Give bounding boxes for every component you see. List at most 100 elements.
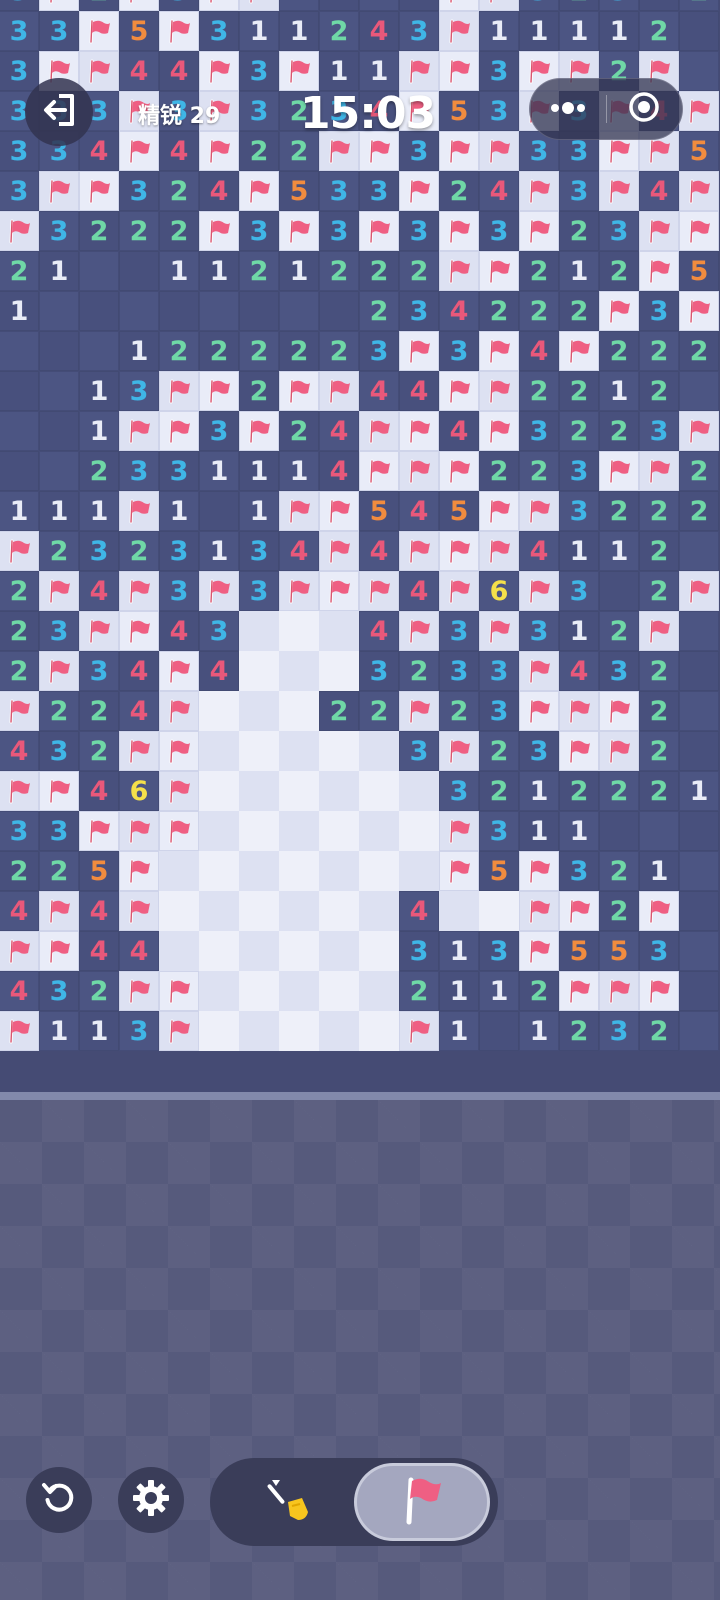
flagged-cell[interactable] (159, 651, 199, 691)
flagged-cell[interactable] (0, 211, 39, 251)
number-cell[interactable]: 1 (679, 771, 719, 811)
number-cell[interactable]: 2 (599, 851, 639, 891)
number-cell[interactable]: 3 (0, 811, 39, 851)
unrevealed-cell[interactable] (199, 931, 239, 971)
number-cell[interactable]: 1 (79, 1011, 119, 1051)
number-cell[interactable]: 4 (639, 171, 679, 211)
flagged-cell[interactable] (119, 731, 159, 771)
number-cell[interactable]: 2 (159, 331, 199, 371)
number-cell[interactable]: 2 (279, 331, 319, 371)
flagged-cell[interactable] (559, 971, 599, 1011)
unrevealed-cell[interactable] (279, 651, 319, 691)
number-cell[interactable]: 1 (479, 971, 519, 1011)
empty-cell[interactable] (159, 291, 199, 331)
number-cell[interactable]: 4 (79, 931, 119, 971)
unrevealed-cell[interactable] (359, 931, 399, 971)
number-cell[interactable]: 4 (319, 451, 359, 491)
number-cell[interactable]: 2 (279, 411, 319, 451)
flagged-cell[interactable] (439, 731, 479, 771)
minesweeper-grid[interactable]: 3234111323123335311243111121344311323333… (0, 0, 719, 1051)
number-cell[interactable]: 3 (119, 1011, 159, 1051)
number-cell[interactable]: 2 (319, 691, 359, 731)
flagged-cell[interactable] (0, 531, 39, 571)
flagged-cell[interactable] (359, 451, 399, 491)
empty-cell[interactable] (119, 291, 159, 331)
number-cell[interactable]: 2 (639, 731, 679, 771)
number-cell[interactable]: 2 (559, 0, 599, 11)
unrevealed-cell[interactable] (159, 931, 199, 971)
flagged-cell[interactable] (439, 371, 479, 411)
unrevealed-cell[interactable] (279, 891, 319, 931)
number-cell[interactable]: 1 (439, 1011, 479, 1051)
flagged-cell[interactable] (279, 51, 319, 91)
flagged-cell[interactable] (0, 691, 39, 731)
number-cell[interactable]: 1 (239, 491, 279, 531)
flagged-cell[interactable] (599, 971, 639, 1011)
number-cell[interactable]: 2 (679, 491, 719, 531)
unrevealed-cell[interactable] (239, 731, 279, 771)
unrevealed-cell[interactable] (199, 1011, 239, 1051)
flagged-cell[interactable] (519, 891, 559, 931)
empty-cell[interactable] (319, 291, 359, 331)
number-cell[interactable]: 2 (559, 291, 599, 331)
unrevealed-cell[interactable] (239, 931, 279, 971)
unrevealed-cell[interactable] (239, 971, 279, 1011)
flagged-cell[interactable] (639, 211, 679, 251)
flagged-cell[interactable] (399, 691, 439, 731)
number-cell[interactable]: 2 (0, 611, 39, 651)
flagged-cell[interactable] (159, 371, 199, 411)
unrevealed-cell[interactable] (399, 811, 439, 851)
number-cell[interactable]: 5 (559, 931, 599, 971)
number-cell[interactable]: 2 (319, 11, 359, 51)
flagged-cell[interactable] (399, 611, 439, 651)
number-cell[interactable]: 3 (39, 611, 79, 651)
number-cell[interactable]: 3 (39, 11, 79, 51)
unrevealed-cell[interactable] (279, 691, 319, 731)
number-cell[interactable]: 2 (679, 0, 719, 11)
number-cell[interactable]: 4 (399, 371, 439, 411)
number-cell[interactable]: 1 (519, 1011, 559, 1051)
number-cell[interactable]: 2 (599, 411, 639, 451)
number-cell[interactable]: 2 (599, 891, 639, 931)
flagged-cell[interactable] (399, 451, 439, 491)
flagged-cell[interactable] (399, 331, 439, 371)
number-cell[interactable]: 1 (39, 251, 79, 291)
number-cell[interactable]: 1 (159, 491, 199, 531)
number-cell[interactable]: 4 (0, 971, 39, 1011)
flagged-cell[interactable] (439, 131, 479, 171)
number-cell[interactable]: 1 (359, 51, 399, 91)
flagged-cell[interactable] (599, 451, 639, 491)
flagged-cell[interactable] (159, 11, 199, 51)
number-cell[interactable]: 2 (39, 691, 79, 731)
number-cell[interactable]: 5 (679, 131, 719, 171)
unrevealed-cell[interactable] (279, 1011, 319, 1051)
unrevealed-cell[interactable] (239, 611, 279, 651)
flagged-cell[interactable] (439, 251, 479, 291)
number-cell[interactable]: 3 (519, 611, 559, 651)
number-cell[interactable]: 3 (599, 651, 639, 691)
number-cell[interactable]: 1 (559, 811, 599, 851)
flagged-cell[interactable] (639, 971, 679, 1011)
flagged-cell[interactable] (439, 851, 479, 891)
number-cell[interactable]: 1 (439, 931, 479, 971)
number-cell[interactable]: 5 (119, 11, 159, 51)
unrevealed-cell[interactable] (399, 771, 439, 811)
number-cell[interactable]: 2 (239, 251, 279, 291)
flagged-cell[interactable] (319, 491, 359, 531)
flagged-cell[interactable] (399, 51, 439, 91)
number-cell[interactable]: 2 (639, 771, 679, 811)
unrevealed-cell[interactable] (199, 891, 239, 931)
number-cell[interactable]: 2 (479, 731, 519, 771)
number-cell[interactable]: 2 (559, 411, 599, 451)
flagged-cell[interactable] (399, 531, 439, 571)
number-cell[interactable]: 5 (679, 251, 719, 291)
number-cell[interactable]: 2 (639, 691, 679, 731)
flagged-cell[interactable] (479, 611, 519, 651)
unrevealed-cell[interactable] (239, 771, 279, 811)
empty-cell[interactable] (679, 51, 719, 91)
number-cell[interactable]: 4 (359, 371, 399, 411)
unrevealed-cell[interactable] (279, 731, 319, 771)
unrevealed-cell[interactable] (239, 691, 279, 731)
number-cell[interactable]: 1 (639, 851, 679, 891)
flagged-cell[interactable] (119, 971, 159, 1011)
